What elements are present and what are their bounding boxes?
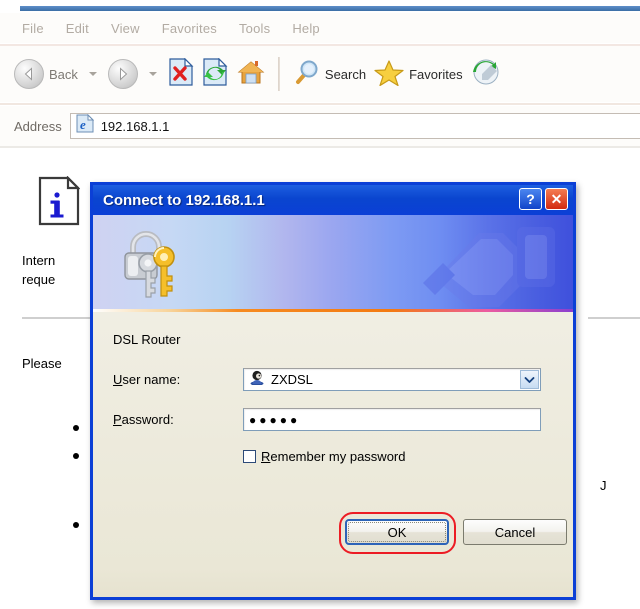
help-button[interactable]: ? — [519, 188, 542, 210]
banner-key-watermark-icon — [417, 215, 567, 312]
username-row: User name: ZXDSL — [113, 368, 541, 391]
menu-item-view[interactable]: View — [111, 21, 140, 36]
password-label: Password: — [113, 412, 243, 427]
browser-chrome: File Edit View Favorites Tools Help Back — [0, 0, 640, 148]
address-value: 192.168.1.1 — [100, 118, 170, 134]
toolbar-divider — [277, 57, 280, 91]
address-bar: Address e 192.168.1.1 — [0, 106, 640, 146]
page-horizontal-rule-left — [22, 317, 100, 319]
username-value: ZXDSL — [271, 372, 313, 387]
favorites-button[interactable]: Favorites — [370, 51, 466, 97]
search-button[interactable]: Search — [288, 51, 370, 97]
stop-button[interactable] — [164, 51, 198, 97]
search-label: Search — [324, 66, 367, 82]
menu-item-file[interactable]: File — [22, 21, 44, 36]
arrow-left-icon — [14, 59, 44, 89]
svg-text:e: e — [80, 117, 86, 132]
address-label: Address — [14, 118, 62, 134]
window-title-bar — [20, 6, 640, 11]
username-input[interactable]: ZXDSL — [243, 368, 541, 391]
dialog-footer — [93, 568, 573, 597]
forward-button[interactable] — [104, 51, 142, 97]
home-button[interactable] — [232, 51, 270, 97]
information-page-icon — [38, 175, 81, 231]
dialog-title: Connect to 192.168.1.1 — [103, 191, 265, 209]
password-row: Password: ●●●●● — [113, 408, 541, 431]
list-item — [73, 425, 79, 431]
page-text-line-2: reque — [22, 272, 56, 287]
toolbar: Back Search Favorites — [0, 46, 640, 102]
dialog-banner — [93, 215, 573, 312]
password-input[interactable]: ●●●●● — [243, 408, 541, 431]
menu-item-help[interactable]: Help — [292, 21, 320, 36]
username-accel-key: U — [113, 372, 123, 387]
dialog-title-bar[interactable]: Connect to 192.168.1.1 ? ✕ — [93, 185, 573, 215]
home-icon — [236, 58, 266, 91]
back-button[interactable]: Back — [10, 51, 82, 97]
list-item — [73, 522, 79, 528]
star-icon — [374, 58, 404, 91]
page-horizontal-rule-right — [588, 317, 640, 319]
password-value: ●●●●● — [249, 412, 301, 427]
back-dropdown-caret-icon[interactable] — [88, 72, 97, 76]
password-accel-key: P — [113, 412, 122, 427]
refresh-button[interactable] — [198, 51, 232, 97]
magnifier-icon — [292, 58, 320, 91]
list-item — [73, 453, 79, 459]
remember-password-label: Remember my password — [261, 449, 406, 464]
address-input[interactable]: e 192.168.1.1 — [69, 113, 640, 139]
favorites-label: Favorites — [409, 66, 463, 82]
menu-item-edit[interactable]: Edit — [66, 21, 89, 36]
page-text-line-1: Intern — [22, 253, 56, 268]
username-label: User name: — [113, 372, 243, 387]
page-text-line-3: Please — [22, 356, 62, 371]
connect-dialog: Connect to 192.168.1.1 ? ✕ DSL Router Us… — [90, 182, 576, 600]
dialog-window-buttons: ? ✕ — [519, 188, 568, 210]
menu-item-favorites[interactable]: Favorites — [162, 21, 217, 36]
remember-accel-key: R — [261, 449, 271, 464]
dialog-body: DSL Router User name: ZXDSL Password: ●●… — [93, 312, 573, 568]
cancel-button[interactable]: Cancel — [463, 519, 567, 545]
keys-padlock-icon — [115, 225, 195, 308]
password-label-text: assword: — [121, 412, 174, 427]
username-label-text: ser name: — [122, 372, 181, 387]
remember-label-text: emember my password — [270, 449, 406, 464]
realm-label: DSL Router — [113, 332, 181, 347]
ie-page-icon: e — [76, 113, 94, 138]
menu-bar: File Edit View Favorites Tools Help — [0, 13, 640, 43]
forward-dropdown-caret-icon[interactable] — [148, 72, 157, 76]
ok-button[interactable]: OK — [345, 519, 449, 545]
remember-password-checkbox-row[interactable]: Remember my password — [243, 449, 406, 464]
refresh-icon — [202, 57, 228, 91]
stop-page-icon — [168, 57, 194, 91]
chevron-down-icon[interactable] — [520, 370, 539, 389]
screenshot-root: File Edit View Favorites Tools Help Back — [0, 0, 640, 609]
user-head-icon — [249, 369, 265, 390]
media-history-icon — [471, 58, 501, 91]
menu-item-tools[interactable]: Tools — [239, 21, 270, 36]
close-button[interactable]: ✕ — [545, 188, 568, 210]
page-text-right-fragment: J — [600, 478, 607, 493]
media-button[interactable] — [467, 51, 505, 97]
arrow-right-icon — [107, 59, 138, 89]
back-label: Back — [49, 66, 78, 82]
remember-password-checkbox[interactable] — [243, 450, 256, 463]
toolbar-separator — [0, 103, 640, 105]
